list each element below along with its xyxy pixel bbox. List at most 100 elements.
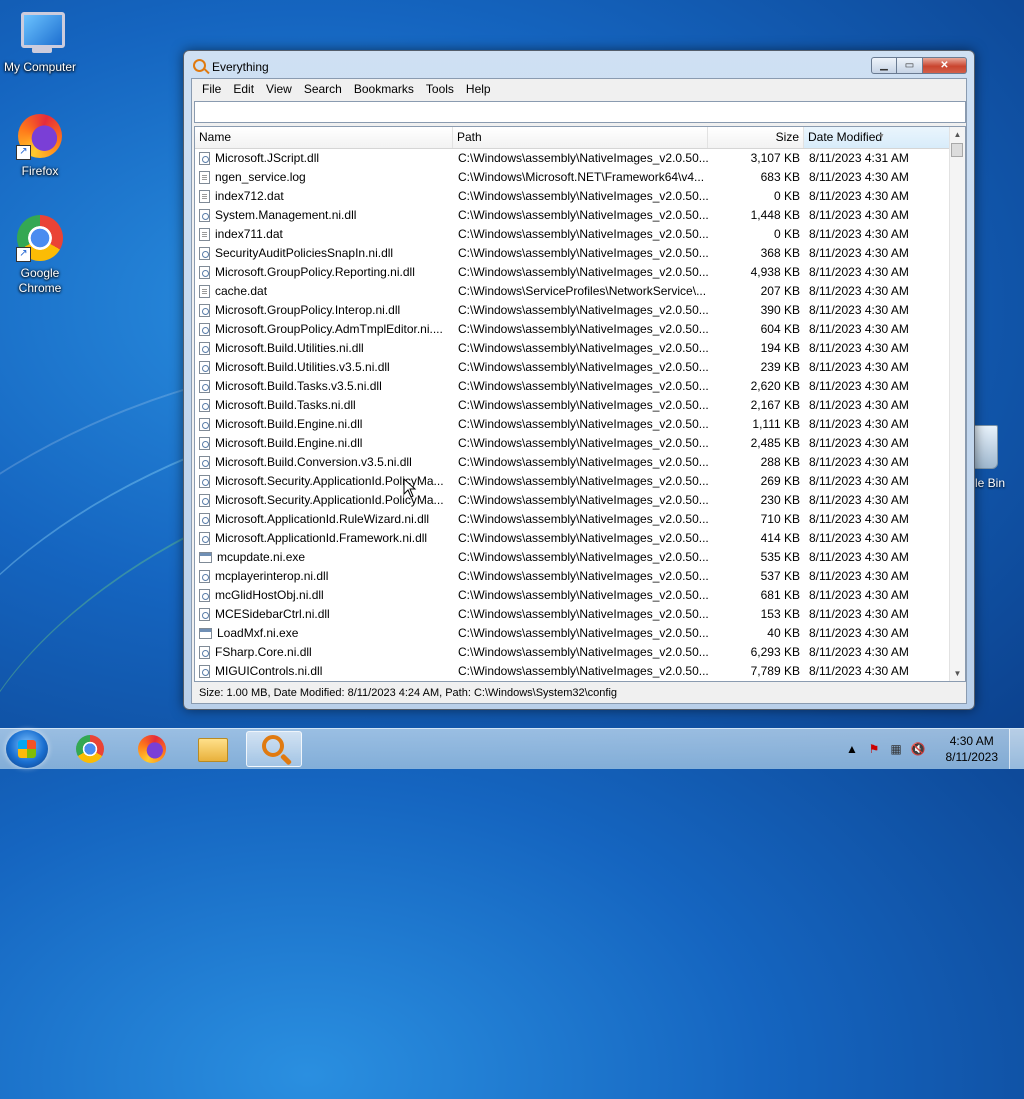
cell-date: 8/11/2023 4:30 AM: [809, 455, 909, 469]
menu-edit[interactable]: Edit: [227, 79, 260, 99]
table-row[interactable]: Microsoft.GroupPolicy.Interop.ni.dll C:\W…: [195, 301, 951, 320]
table-row[interactable]: LoadMxf.ni.exe C:\Windows\assembly\Native…: [195, 624, 951, 643]
column-header-name[interactable]: Name: [195, 127, 453, 148]
taskbar-firefox[interactable]: [122, 731, 178, 767]
column-header-size[interactable]: Size: [708, 127, 804, 148]
table-row[interactable]: index712.dat C:\Windows\assembly\NativeIm…: [195, 187, 951, 206]
table-row[interactable]: mcGlidHostObj.ni.dll C:\Windows\assembly\…: [195, 586, 951, 605]
vertical-scrollbar[interactable]: ▲ ▼: [949, 127, 965, 681]
menu-view[interactable]: View: [260, 79, 298, 99]
table-row[interactable]: Microsoft.Build.Utilities.v3.5.ni.dll C:\…: [195, 358, 951, 377]
maximize-button[interactable]: ▭: [897, 57, 923, 74]
table-row[interactable]: Microsoft.Security.ApplicationId.PolicyM…: [195, 472, 951, 491]
cell-date: 8/11/2023 4:30 AM: [809, 645, 909, 659]
cell-date: 8/11/2023 4:30 AM: [809, 436, 909, 450]
table-row[interactable]: Microsoft.GroupPolicy.AdmTmplEditor.ni..…: [195, 320, 951, 339]
exe-file-icon: [199, 628, 212, 639]
table-row[interactable]: Microsoft.Build.Engine.ni.dll C:\Windows\…: [195, 434, 951, 453]
taskbar: ▲ ⚑ ▦ 🔇 4:30 AM 8/11/2023: [0, 728, 1024, 769]
table-row[interactable]: Microsoft.Security.ApplicationId.PolicyM…: [195, 491, 951, 510]
table-row[interactable]: cache.dat C:\Windows\ServiceProfiles\Netw…: [195, 282, 951, 301]
cell-size: 6,293 KB: [750, 645, 800, 659]
cell-path: C:\Windows\assembly\NativeImages_v2.0.50…: [458, 398, 708, 412]
cell-name: mcplayerinterop.ni.dll: [195, 567, 453, 586]
cell-date: 8/11/2023 4:30 AM: [809, 664, 909, 678]
dll-file-icon: [199, 209, 210, 222]
table-row[interactable]: System.Management.ni.dll C:\Windows\assem…: [195, 206, 951, 225]
start-button[interactable]: [6, 730, 48, 768]
cell-path: C:\Windows\assembly\NativeImages_v2.0.50…: [458, 531, 708, 545]
desktop-icon-my-computer[interactable]: My Computer: [0, 8, 80, 75]
table-row[interactable]: Microsoft.Build.Engine.ni.dll C:\Windows\…: [195, 415, 951, 434]
table-row[interactable]: FSharp.Core.ni.dll C:\Windows\assembly\Na…: [195, 643, 951, 662]
chrome-icon: ↗: [16, 214, 64, 262]
menu-help[interactable]: Help: [460, 79, 497, 99]
close-button[interactable]: ✕: [923, 57, 967, 74]
cell-size: 535 KB: [760, 550, 800, 564]
table-row[interactable]: SecurityAuditPoliciesSnapIn.ni.dll C:\Win…: [195, 244, 951, 263]
txt-file-icon: [199, 228, 210, 241]
cell-name: Microsoft.GroupPolicy.Interop.ni.dll: [195, 301, 453, 320]
table-row[interactable]: Microsoft.GroupPolicy.Reporting.ni.dll C:…: [195, 263, 951, 282]
cell-path: C:\Windows\assembly\NativeImages_v2.0.50…: [458, 493, 708, 507]
desktop-icon-label: Google Chrome: [18, 266, 62, 295]
shortcut-arrow-icon: ↗: [16, 145, 31, 160]
table-row[interactable]: mcplayerinterop.ni.dll C:\Windows\assembl…: [195, 567, 951, 586]
dll-file-icon: [199, 589, 210, 602]
cell-size: 368 KB: [760, 246, 800, 260]
clock[interactable]: 4:30 AM 8/11/2023: [946, 733, 999, 765]
cell-name: Microsoft.ApplicationId.Framework.ni.dll: [195, 529, 453, 548]
menu-file[interactable]: File: [196, 79, 227, 99]
show-hidden-icons-icon[interactable]: ▲: [844, 741, 860, 757]
dll-file-icon: [199, 304, 210, 317]
taskbar-everything[interactable]: [246, 731, 302, 767]
taskbar-chrome[interactable]: [60, 731, 116, 767]
scroll-down-icon[interactable]: ▼: [950, 666, 965, 681]
title-bar[interactable]: Everything ▁ ▭ ✕: [184, 51, 974, 81]
clock-time: 4:30 AM: [949, 734, 994, 748]
cell-name: cache.dat: [195, 282, 453, 301]
table-row[interactable]: Microsoft.Build.Utilities.ni.dll C:\Windo…: [195, 339, 951, 358]
menu-search[interactable]: Search: [298, 79, 348, 99]
cell-name: Microsoft.GroupPolicy.AdmTmplEditor.ni..…: [195, 320, 453, 339]
file-name: mcplayerinterop.ni.dll: [215, 569, 329, 583]
cell-date: 8/11/2023 4:30 AM: [809, 531, 909, 545]
network-icon[interactable]: ▦: [888, 741, 904, 757]
dll-file-icon: [199, 608, 210, 621]
volume-muted-icon[interactable]: 🔇: [910, 741, 926, 757]
cell-size: 2,620 KB: [750, 379, 800, 393]
table-row[interactable]: Microsoft.JScript.dll C:\Windows\assembly…: [195, 149, 951, 168]
table-row[interactable]: Microsoft.Build.Tasks.v3.5.ni.dll C:\Wind…: [195, 377, 951, 396]
cell-size: 1,448 KB: [750, 208, 800, 222]
table-row[interactable]: Microsoft.ApplicationId.RuleWizard.ni.dl…: [195, 510, 951, 529]
table-row[interactable]: ngen_service.log C:\Windows\Microsoft.NET…: [195, 168, 951, 187]
table-row[interactable]: mcupdate.ni.exe C:\Windows\assembly\Nativ…: [195, 548, 951, 567]
column-header-date-modified[interactable]: ▼ Date Modified: [804, 127, 951, 148]
table-row[interactable]: Microsoft.ApplicationId.Framework.ni.dll…: [195, 529, 951, 548]
chrome-icon: [76, 735, 104, 763]
desktop-icon-firefox[interactable]: ↗ Firefox: [0, 112, 80, 179]
menu-bookmarks[interactable]: Bookmarks: [348, 79, 420, 99]
action-center-icon[interactable]: ⚑: [866, 741, 882, 757]
desktop-icon-google-chrome[interactable]: ↗ Google Chrome: [0, 214, 80, 296]
show-desktop-button[interactable]: [1009, 729, 1024, 769]
cell-path: C:\Windows\assembly\NativeImages_v2.0.50…: [458, 550, 708, 564]
table-row[interactable]: MCESidebarCtrl.ni.dll C:\Windows\assembly…: [195, 605, 951, 624]
scrollbar-thumb[interactable]: [951, 143, 963, 157]
column-header-path[interactable]: Path: [453, 127, 708, 148]
cell-size: 40 KB: [767, 626, 800, 640]
taskbar-explorer[interactable]: [184, 731, 240, 767]
table-row[interactable]: MIGUIControls.ni.dll C:\Windows\assembly\…: [195, 662, 951, 681]
cell-path: C:\Windows\assembly\NativeImages_v2.0.50…: [458, 512, 708, 526]
table-row[interactable]: Microsoft.Build.Conversion.v3.5.ni.dll C:…: [195, 453, 951, 472]
table-row[interactable]: Microsoft.Build.Tasks.ni.dll C:\Windows\a…: [195, 396, 951, 415]
minimize-button[interactable]: ▁: [871, 57, 897, 74]
cell-date: 8/11/2023 4:30 AM: [809, 493, 909, 507]
table-row[interactable]: index711.dat C:\Windows\assembly\NativeIm…: [195, 225, 951, 244]
cell-path: C:\Windows\assembly\NativeImages_v2.0.50…: [458, 417, 708, 431]
file-name: Microsoft.GroupPolicy.Reporting.ni.dll: [215, 265, 415, 279]
search-input[interactable]: [194, 101, 966, 123]
file-name: System.Management.ni.dll: [215, 208, 357, 222]
menu-tools[interactable]: Tools: [420, 79, 460, 99]
scroll-up-icon[interactable]: ▲: [950, 127, 965, 142]
